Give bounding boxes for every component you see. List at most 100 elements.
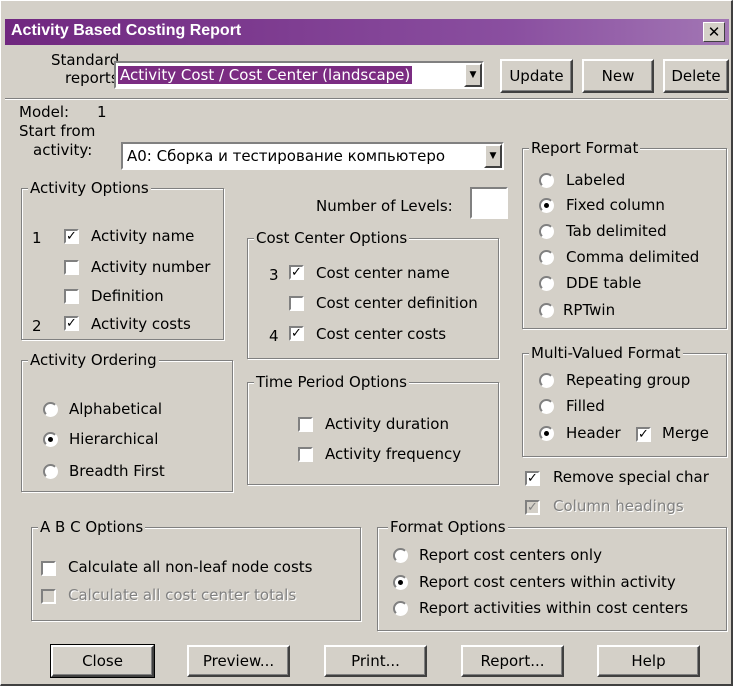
selected-report: Activity Cost / Cost Center (landscape) (118, 66, 413, 84)
labeled-label: Labeled (566, 171, 626, 189)
definition-label: Definition (91, 287, 164, 305)
activity-duration-label: Activity duration (325, 415, 449, 433)
breadth-first-radio[interactable] (43, 464, 58, 479)
activity-duration-checkbox[interactable] (298, 417, 313, 432)
window-title: Activity Based Costing Report (11, 22, 242, 39)
tab-delimited-radio[interactable] (539, 224, 554, 239)
report-cost-centers-only-label: Report cost centers only (419, 546, 602, 564)
comma-delimited-radio[interactable] (539, 250, 554, 265)
chevron-down-icon: ▼ (489, 151, 497, 161)
model-value: 1 (97, 103, 107, 121)
format-options-title: Format Options (388, 518, 508, 536)
report-cost-centers-only-radio[interactable] (393, 548, 408, 563)
cost-center-options-title: Cost Center Options (254, 229, 410, 247)
help-button[interactable]: Help (597, 645, 700, 677)
start-from-label: Start from (19, 122, 96, 140)
standard-label: Standard (51, 51, 120, 69)
number-of-levels-label: Number of Levels: (316, 197, 453, 215)
activity-name-order: 1 (32, 229, 42, 247)
delete-button[interactable]: Delete (663, 59, 729, 93)
remove-special-char-label: Remove special char (553, 468, 709, 486)
calc-nonleaf-label: Calculate all non-leaf node costs (68, 558, 313, 576)
hierarchical-label: Hierarchical (69, 430, 159, 448)
cost-center-name-order: 3 (269, 266, 279, 284)
report-format-title: Report Format (529, 139, 641, 157)
start-activity-value: A0: Сборка и тестирование компьютеро (127, 147, 446, 165)
column-headings-label: Column headings (553, 497, 684, 515)
definition-checkbox[interactable] (64, 289, 79, 304)
activity-costs-checkbox[interactable]: ✓ (64, 316, 79, 331)
report-button[interactable]: Report... (461, 645, 564, 677)
calc-totals-label: Calculate all cost center totals (68, 586, 297, 604)
activity-costs-label: Activity costs (91, 315, 191, 333)
check-icon: ✓ (66, 316, 77, 331)
merge-checkbox[interactable]: ✓ (636, 427, 651, 442)
standard-reports-select[interactable]: Activity Cost / Cost Center (landscape) … (114, 61, 484, 89)
activity-number-label: Activity number (91, 258, 211, 276)
window-close-button[interactable]: ✕ (703, 22, 725, 42)
report-activities-within-cc-radio[interactable] (393, 601, 408, 616)
activity-frequency-label: Activity frequency (325, 445, 462, 463)
check-icon: ✓ (527, 500, 538, 515)
check-icon: ✓ (638, 427, 649, 442)
activity-number-checkbox[interactable] (64, 260, 79, 275)
cost-center-name-label: Cost center name (316, 264, 450, 282)
alphabetical-label: Alphabetical (69, 400, 163, 418)
close-icon: ✕ (707, 23, 721, 41)
title-bar[interactable]: Activity Based Costing Report ✕ (5, 19, 729, 45)
labeled-radio[interactable] (539, 173, 554, 188)
dde-table-label: DDE table (566, 274, 642, 292)
chevron-down-icon: ▼ (469, 70, 477, 80)
preview-button[interactable]: Preview... (187, 645, 290, 677)
activity-name-checkbox[interactable]: ✓ (64, 229, 79, 244)
check-icon: ✓ (291, 326, 302, 341)
dde-table-radio[interactable] (539, 276, 554, 291)
activity-label: activity: (33, 141, 93, 159)
activity-costs-order: 2 (32, 317, 42, 335)
calc-nonleaf-checkbox[interactable] (41, 561, 56, 576)
start-activity-select[interactable]: A0: Сборка и тестирование компьютеро ▼ (121, 142, 504, 170)
fixed-column-label: Fixed column (566, 196, 665, 214)
report-cc-within-activity-radio[interactable] (393, 575, 408, 590)
standard-reports-dropdown[interactable]: ▼ (464, 63, 482, 87)
alphabetical-radio[interactable] (43, 402, 58, 417)
print-button[interactable]: Print... (324, 645, 427, 677)
abc-report-dialog: Activity Based Costing Report ✕ Standard… (0, 0, 733, 686)
new-button[interactable]: New (582, 59, 654, 93)
activity-frequency-checkbox[interactable] (298, 447, 313, 462)
check-icon: ✓ (66, 229, 77, 244)
close-button[interactable]: Close (50, 644, 155, 678)
number-of-levels-input[interactable] (470, 187, 508, 219)
activity-name-label: Activity name (91, 227, 195, 245)
time-period-options-group: Time Period Options (247, 373, 499, 485)
report-cc-within-activity-label: Report cost centers within activity (419, 573, 676, 591)
activity-ordering-title: Activity Ordering (28, 351, 159, 369)
header-radio[interactable] (539, 426, 554, 441)
report-activities-within-cc-label: Report activities within cost centers (419, 599, 689, 617)
hierarchical-radio[interactable] (43, 432, 58, 447)
repeating-group-label: Repeating group (566, 371, 691, 389)
fixed-column-radio[interactable] (539, 198, 554, 213)
cost-center-costs-label: Cost center costs (316, 325, 447, 343)
start-activity-dropdown[interactable]: ▼ (484, 144, 502, 168)
remove-special-char-checkbox[interactable]: ✓ (525, 471, 540, 486)
model-label: Model: (19, 103, 70, 121)
time-period-options-title: Time Period Options (254, 373, 409, 391)
filled-label: Filled (566, 397, 605, 415)
cost-center-costs-checkbox[interactable]: ✓ (289, 326, 304, 341)
column-headings-checkbox[interactable]: ✓ (525, 500, 540, 515)
comma-delimited-label: Comma delimited (566, 248, 700, 266)
cost-center-name-checkbox[interactable]: ✓ (289, 265, 304, 280)
header-label: Header (566, 424, 621, 442)
rptwin-radio[interactable] (539, 303, 554, 318)
calc-totals-checkbox[interactable] (41, 589, 56, 604)
filled-radio[interactable] (539, 399, 554, 414)
repeating-group-radio[interactable] (539, 373, 554, 388)
cost-center-definition-label: Cost center definition (316, 294, 478, 312)
update-button[interactable]: Update (500, 59, 573, 93)
merge-label: Merge (662, 424, 709, 442)
breadth-first-label: Breadth First (69, 462, 165, 480)
tab-delimited-label: Tab delimited (566, 222, 667, 240)
cost-center-definition-checkbox[interactable] (289, 296, 304, 311)
cost-center-costs-order: 4 (269, 327, 279, 345)
